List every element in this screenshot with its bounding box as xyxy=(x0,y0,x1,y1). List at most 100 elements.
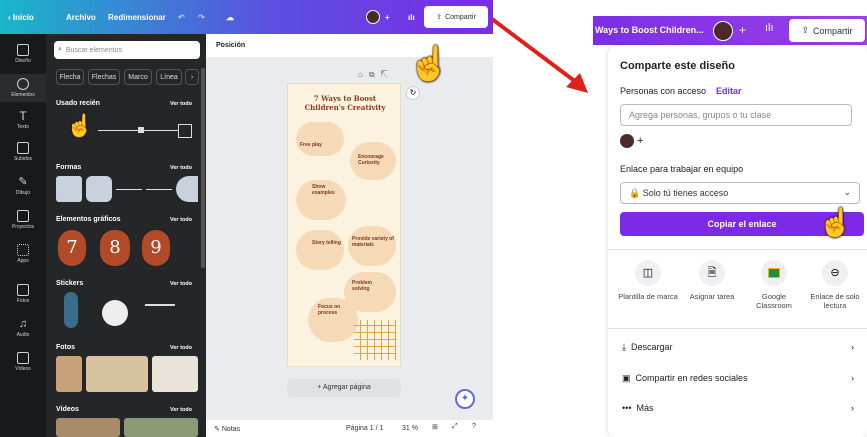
rail-draw[interactable]: ✎ Dibujo xyxy=(0,176,46,196)
help-icon[interactable]: ? xyxy=(472,423,476,430)
option-assign-task[interactable]: 🗎 Asignar tarea xyxy=(680,260,744,301)
option-label: Enlace de solo lectura xyxy=(810,292,860,310)
folder-icon xyxy=(17,210,29,222)
frame-element[interactable] xyxy=(178,124,192,138)
menu-download[interactable]: ⤓ Descargar › xyxy=(622,342,854,356)
arrow-shape[interactable] xyxy=(146,189,172,190)
chip-flecha[interactable]: Flecha xyxy=(56,69,84,85)
file-menu[interactable]: Archivo xyxy=(66,0,96,34)
share-button[interactable]: ⇪ Compartir xyxy=(424,6,488,28)
rail-apps[interactable]: Apps xyxy=(0,244,46,264)
rail-audio[interactable]: ♫ Audio xyxy=(0,318,46,338)
sticker-person[interactable] xyxy=(64,292,78,328)
classroom-icon xyxy=(761,260,787,286)
option-label: Google Classroom xyxy=(756,292,792,310)
photo-thumb[interactable] xyxy=(152,356,198,392)
people-input[interactable]: Agrega personas, grupos o tu clase xyxy=(620,104,852,126)
menu-more[interactable]: ••• Más › xyxy=(622,403,854,417)
menu-label: Compartir en redes sociales xyxy=(635,373,748,383)
rail-photos[interactable]: Fotos xyxy=(0,284,46,304)
poster-item: Problem solving xyxy=(352,280,373,292)
analytics-icon[interactable]: ılı xyxy=(408,0,415,34)
home-label: Inicio xyxy=(12,12,34,22)
rail-label: Audio xyxy=(16,332,30,338)
option-readonly-link[interactable]: ⊖ Enlace de solo lectura xyxy=(804,260,866,310)
resize-menu[interactable]: Redimensionar xyxy=(108,0,166,34)
page-indicator[interactable]: Página 1 / 1 xyxy=(346,425,383,432)
video-thumb[interactable] xyxy=(124,418,198,437)
link-label: Enlace para trabajar en equipo xyxy=(620,164,744,174)
video-thumb[interactable] xyxy=(56,418,120,437)
square-shape[interactable] xyxy=(56,176,82,202)
apps-icon xyxy=(17,244,29,256)
rail-design[interactable]: Diseño xyxy=(0,44,46,64)
access-dropdown[interactable]: 🔒 Solo tú tienes acceso ⌄ xyxy=(620,182,860,204)
share-label: Compartir xyxy=(445,13,476,21)
refresh-icon[interactable]: ↻ xyxy=(406,86,420,100)
avatar[interactable] xyxy=(620,134,634,148)
add-page-button[interactable]: + Agregar página xyxy=(287,379,401,397)
menu-social[interactable]: ▣ Compartir en redes sociales › xyxy=(622,373,854,387)
graphic-digit-7[interactable]: 7 xyxy=(58,230,86,266)
shapes-see-all[interactable]: Ver todo xyxy=(170,165,192,171)
photo-thumb[interactable] xyxy=(86,356,148,392)
share-button[interactable]: ⇪ Compartir xyxy=(789,19,865,42)
people-label: Personas con acceso xyxy=(620,86,707,96)
canvas-tools[interactable]: ⌂⧉⇱ xyxy=(358,70,394,80)
recent-see-all[interactable]: Ver todo xyxy=(170,101,192,107)
rail-videos[interactable]: Vídeos xyxy=(0,352,46,372)
rail-uploads[interactable]: Subidos xyxy=(0,142,46,162)
stickers-title: Stickers xyxy=(56,280,84,287)
chip-marco[interactable]: Marco xyxy=(124,69,152,85)
graphics-see-all[interactable]: Ver todo xyxy=(170,217,192,223)
grid-icon[interactable]: ⊞ xyxy=(432,423,438,431)
home-button[interactable]: ‹ Inicio xyxy=(8,0,34,34)
chevron-right-icon: › xyxy=(851,403,854,413)
rail-label: Proyectos xyxy=(11,224,35,230)
graphic-digit-9[interactable]: 9 xyxy=(142,230,170,266)
sticker-goal[interactable] xyxy=(138,304,176,322)
chip-flechas[interactable]: Flechas xyxy=(88,69,120,85)
zoom-level[interactable]: 31 % xyxy=(402,425,418,432)
notes-button[interactable]: ✎ Notas xyxy=(214,425,240,433)
search-input[interactable]: ⌕ Buscar elementos xyxy=(54,41,200,59)
stickers-see-all[interactable]: Ver todo xyxy=(170,281,192,287)
videos-title: Vídeos xyxy=(56,406,79,413)
photos-see-all[interactable]: Ver todo xyxy=(170,345,192,351)
shapes-title: Formas xyxy=(56,164,82,171)
magic-icon[interactable]: ✦ xyxy=(455,389,475,409)
circle-shape[interactable] xyxy=(176,176,198,202)
redo-icon[interactable]: ↷ xyxy=(198,0,205,34)
search-placeholder: Buscar elementos xyxy=(65,46,122,54)
edit-link[interactable]: Editar xyxy=(716,86,742,96)
add-collaborator-button[interactable]: + xyxy=(739,23,746,37)
photo-thumb[interactable] xyxy=(56,356,82,392)
panel-scrollbar[interactable] xyxy=(201,68,205,268)
add-collaborator-button[interactable]: + xyxy=(385,0,390,34)
videos-see-all[interactable]: Ver todo xyxy=(170,407,192,413)
hand-cursor-icon: ☝ xyxy=(66,113,94,138)
rail-text[interactable]: T Texto xyxy=(0,110,46,130)
option-brand-template[interactable]: ◫ Plantilla de marca xyxy=(616,260,680,301)
notes-icon: ✎ xyxy=(214,426,222,433)
sticker-ball[interactable] xyxy=(102,300,128,326)
image-icon xyxy=(17,284,29,296)
rail-projects[interactable]: Proyectos xyxy=(0,210,46,230)
line-shape[interactable] xyxy=(116,189,142,190)
red-arrow-icon xyxy=(490,17,588,93)
avatar[interactable] xyxy=(366,10,380,24)
chip-next[interactable]: › xyxy=(185,69,199,85)
avatar[interactable] xyxy=(713,21,733,41)
add-person-button[interactable]: + xyxy=(637,135,643,147)
analytics-icon[interactable]: ılı xyxy=(765,22,774,34)
graphic-digit-8[interactable]: 8 xyxy=(100,230,130,266)
rail-elements[interactable]: Elementos xyxy=(0,74,46,102)
assign-icon: 🗎 xyxy=(699,260,725,286)
chip-linea[interactable]: Línea xyxy=(156,69,182,85)
option-google-classroom[interactable]: Google Classroom xyxy=(744,260,804,310)
rounded-shape[interactable] xyxy=(86,176,112,202)
fullscreen-icon[interactable]: ⤢ xyxy=(452,423,458,431)
undo-icon[interactable]: ↶ xyxy=(178,0,185,34)
poster-page[interactable]: 7 Ways to Boost Children's Creativity Fr… xyxy=(287,83,401,367)
poster-grid-decoration xyxy=(354,320,396,360)
